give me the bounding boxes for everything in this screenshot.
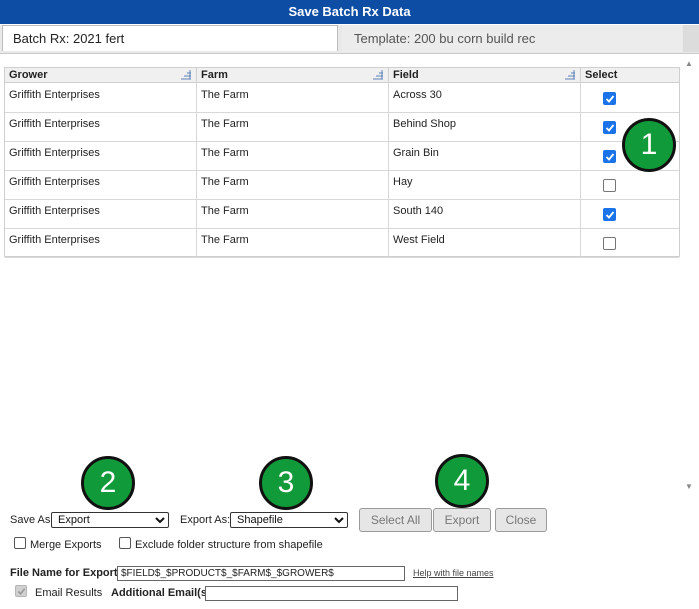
exclude-folder-checkbox[interactable]: [119, 537, 131, 549]
cell-select: [581, 199, 679, 228]
exclude-folder-label: Exclude folder structure from shapefile: [135, 539, 323, 551]
cell-farm: The Farm: [197, 112, 389, 141]
save-as-label: Save As: [10, 514, 51, 526]
step-badge-2: 2: [81, 456, 135, 510]
cell-farm: The Farm: [197, 83, 389, 112]
column-header-label: Field: [393, 69, 419, 81]
column-header-select: Select: [581, 68, 679, 82]
cell-select: [581, 228, 679, 257]
column-header-label: Select: [585, 69, 618, 81]
column-header-farm[interactable]: Farm: [197, 68, 389, 82]
column-menu-icon[interactable]: [180, 70, 192, 80]
row-select-checkbox[interactable]: [603, 179, 616, 192]
table-row[interactable]: Griffith Enterprises The Farm Hay: [5, 170, 679, 200]
checkmark-icon: [17, 588, 26, 595]
cell-field: Behind Shop: [389, 112, 581, 141]
column-header-grower[interactable]: Grower: [5, 68, 197, 82]
merge-exports-label: Merge Exports: [30, 539, 102, 551]
save-as-select[interactable]: Export: [51, 512, 169, 528]
cell-field: West Field: [389, 228, 581, 257]
merge-exports-checkbox[interactable]: [14, 537, 26, 549]
step-badge-1: 1: [622, 118, 676, 172]
row-select-checkbox[interactable]: [603, 121, 616, 134]
checkmark-icon: [605, 124, 615, 132]
cell-farm: The Farm: [197, 228, 389, 257]
select-all-button[interactable]: Select All: [359, 508, 432, 532]
cell-grower: Griffith Enterprises: [5, 141, 197, 170]
additional-emails-label: Additional Email(s):: [111, 587, 215, 599]
checkmark-icon: [605, 153, 615, 161]
cell-select: [581, 83, 679, 112]
table-row[interactable]: Griffith Enterprises The Farm Behind Shop: [5, 112, 679, 142]
step-badge-3: 3: [259, 456, 313, 510]
column-header-label: Farm: [201, 69, 228, 81]
file-name-label: File Name for Export:: [10, 567, 122, 579]
column-header-field[interactable]: Field: [389, 68, 581, 82]
window-title: Save Batch Rx Data: [0, 0, 699, 24]
step-badge-4: 4: [435, 454, 489, 508]
cell-grower: Griffith Enterprises: [5, 170, 197, 199]
row-select-checkbox[interactable]: [603, 92, 616, 105]
cell-field: Hay: [389, 170, 581, 199]
export-as-select[interactable]: Shapefile: [230, 512, 348, 528]
cell-field: Across 30: [389, 83, 581, 112]
column-menu-icon[interactable]: [564, 70, 576, 80]
email-results-checkbox[interactable]: [15, 585, 27, 597]
cell-farm: The Farm: [197, 141, 389, 170]
row-select-checkbox[interactable]: [603, 237, 616, 250]
table-row[interactable]: Griffith Enterprises The Farm West Field: [5, 228, 679, 258]
column-header-label: Grower: [9, 69, 48, 81]
vertical-scrollbar[interactable]: ▲ ▼: [682, 56, 696, 496]
additional-emails-input[interactable]: [205, 586, 458, 601]
scroll-down-arrow-icon[interactable]: ▼: [682, 481, 696, 493]
cell-grower: Griffith Enterprises: [5, 228, 197, 257]
cell-grower: Griffith Enterprises: [5, 199, 197, 228]
export-button[interactable]: Export: [433, 508, 491, 532]
table-row[interactable]: Griffith Enterprises The Farm South 140: [5, 199, 679, 229]
cell-select: [581, 170, 679, 199]
grid-header: Grower Farm Field Select: [5, 68, 679, 83]
file-name-input[interactable]: $FIELD$_$PRODUCT$_$FARM$_$GROWER$: [117, 566, 405, 581]
cell-grower: Griffith Enterprises: [5, 83, 197, 112]
tab-bar: Batch Rx: 2021 fert Template: 200 bu cor…: [0, 25, 699, 54]
tab-template[interactable]: Template: 200 bu corn build rec: [342, 25, 682, 52]
export-as-label: Export As:: [180, 514, 231, 526]
row-select-checkbox[interactable]: [603, 150, 616, 163]
table-row[interactable]: Griffith Enterprises The Farm Across 30: [5, 83, 679, 113]
column-menu-icon[interactable]: [372, 70, 384, 80]
cell-farm: The Farm: [197, 199, 389, 228]
table-row[interactable]: Griffith Enterprises The Farm Grain Bin: [5, 141, 679, 171]
cell-farm: The Farm: [197, 170, 389, 199]
cell-field: South 140: [389, 199, 581, 228]
batch-grid: Grower Farm Field Select Griffith Enterp…: [4, 67, 680, 258]
close-button[interactable]: Close: [495, 508, 547, 532]
scroll-up-arrow-icon[interactable]: ▲: [682, 58, 696, 70]
email-results-label: Email Results: [35, 587, 103, 599]
help-file-names-link[interactable]: Help with file names: [413, 568, 494, 578]
checkmark-icon: [605, 95, 615, 103]
row-select-checkbox[interactable]: [603, 208, 616, 221]
tab-batch-rx[interactable]: Batch Rx: 2021 fert: [2, 25, 338, 51]
tab-bar-end: [683, 25, 699, 52]
checkmark-icon: [605, 211, 615, 219]
cell-grower: Griffith Enterprises: [5, 112, 197, 141]
cell-field: Grain Bin: [389, 141, 581, 170]
